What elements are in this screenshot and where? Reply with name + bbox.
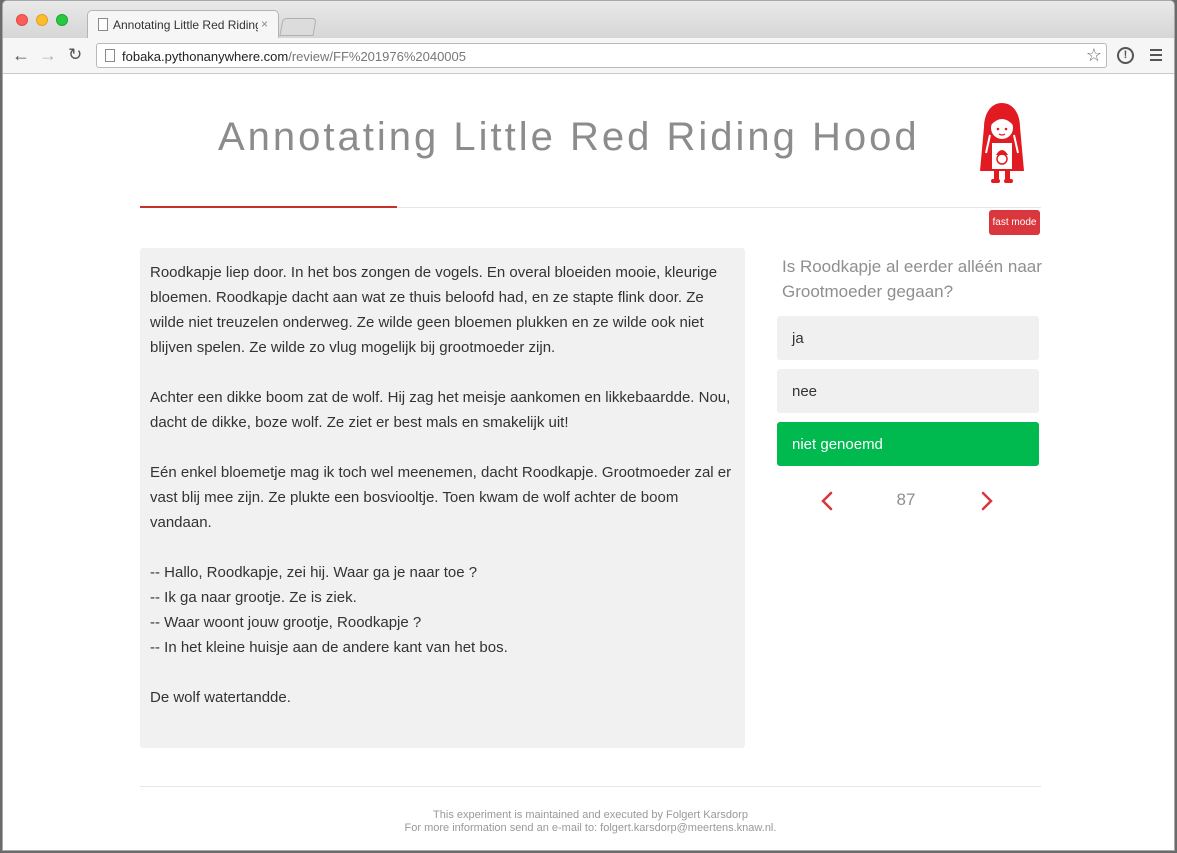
browser-toolbar: ← → ↻ fobaka.pythonanywhere.com/review/F… (3, 38, 1174, 74)
chevron-left-icon[interactable] (818, 490, 836, 512)
fast-mode-button[interactable]: fast mode (989, 210, 1040, 235)
page-icon (105, 49, 115, 62)
info-icon[interactable]: ! (1117, 47, 1134, 64)
progress-indicator (140, 206, 397, 208)
star-icon[interactable]: ☆ (1086, 45, 1102, 66)
answer-nee-button[interactable]: nee (777, 369, 1039, 413)
story-dialogue-line: -- Hallo, Roodkapje, zei hij. Waar ga je… (150, 564, 478, 581)
page-title: Annotating Little Red Riding Hood (218, 115, 920, 159)
story-paragraph: Achter een dikke boom zat de wolf. Hij z… (150, 389, 731, 431)
answer-niet-genoemd-button[interactable]: niet genoemd (777, 422, 1039, 466)
page-number: 87 (896, 490, 916, 509)
tab-title: Annotating Little Red Riding (113, 18, 258, 32)
footer-contact: For more information send an e-mail to: … (404, 822, 777, 834)
footer: This experiment is maintained and execut… (140, 809, 1041, 835)
url-host: fobaka.pythonanywhere.com (122, 49, 289, 64)
browser-window: Annotating Little Red Riding × ← → ↻ fob… (2, 0, 1175, 851)
story-dialogue-line: -- In het kleine huisje aan de andere ka… (150, 639, 508, 656)
story-paragraph: De wolf watertandde. (150, 689, 291, 706)
story-paragraph: Roodkapje liep door. In het bos zongen d… (150, 264, 718, 356)
back-arrow-icon[interactable]: ← (12, 44, 30, 66)
menu-icon[interactable] (1150, 49, 1162, 64)
tab-strip: Annotating Little Red Riding × (3, 1, 1174, 38)
red-riding-hood-icon (980, 103, 1024, 183)
browser-tab[interactable]: Annotating Little Red Riding × (87, 10, 279, 38)
close-window-icon[interactable] (16, 14, 28, 26)
chevron-right-icon[interactable] (978, 490, 996, 512)
reload-icon[interactable]: ↻ (68, 44, 82, 66)
maximize-window-icon[interactable] (56, 14, 68, 26)
story-paragraph: Eén enkel bloemetje mag ik toch wel meen… (150, 464, 732, 531)
minimize-window-icon[interactable] (36, 14, 48, 26)
document-icon (98, 18, 108, 31)
question-text: Is Roodkapje al eerder alléén naar Groot… (782, 257, 1042, 301)
answer-ja-button[interactable]: ja (777, 316, 1039, 360)
tab-close-icon[interactable]: × (261, 17, 268, 31)
footer-maintainer: This experiment is maintained and execut… (433, 809, 748, 821)
url-path: /review/FF%201976%2040005 (288, 49, 466, 64)
forward-arrow-icon[interactable]: → (39, 44, 57, 66)
story-panel: Roodkapje liep door. In het bos zongen d… (140, 248, 745, 748)
address-bar[interactable]: fobaka.pythonanywhere.com/review/FF%2019… (96, 43, 1107, 68)
new-tab-button[interactable] (279, 18, 317, 36)
url-text[interactable]: fobaka.pythonanywhere.com/review/FF%2019… (122, 49, 466, 64)
story-dialogue-line: -- Ik ga naar grootje. Ze is ziek. (150, 589, 357, 606)
footer-divider (140, 786, 1041, 787)
page-content: Annotating Little Red Riding Hood fast m… (3, 75, 1174, 850)
story-dialogue-line: -- Waar woont jouw grootje, Roodkapje ? (150, 614, 422, 631)
